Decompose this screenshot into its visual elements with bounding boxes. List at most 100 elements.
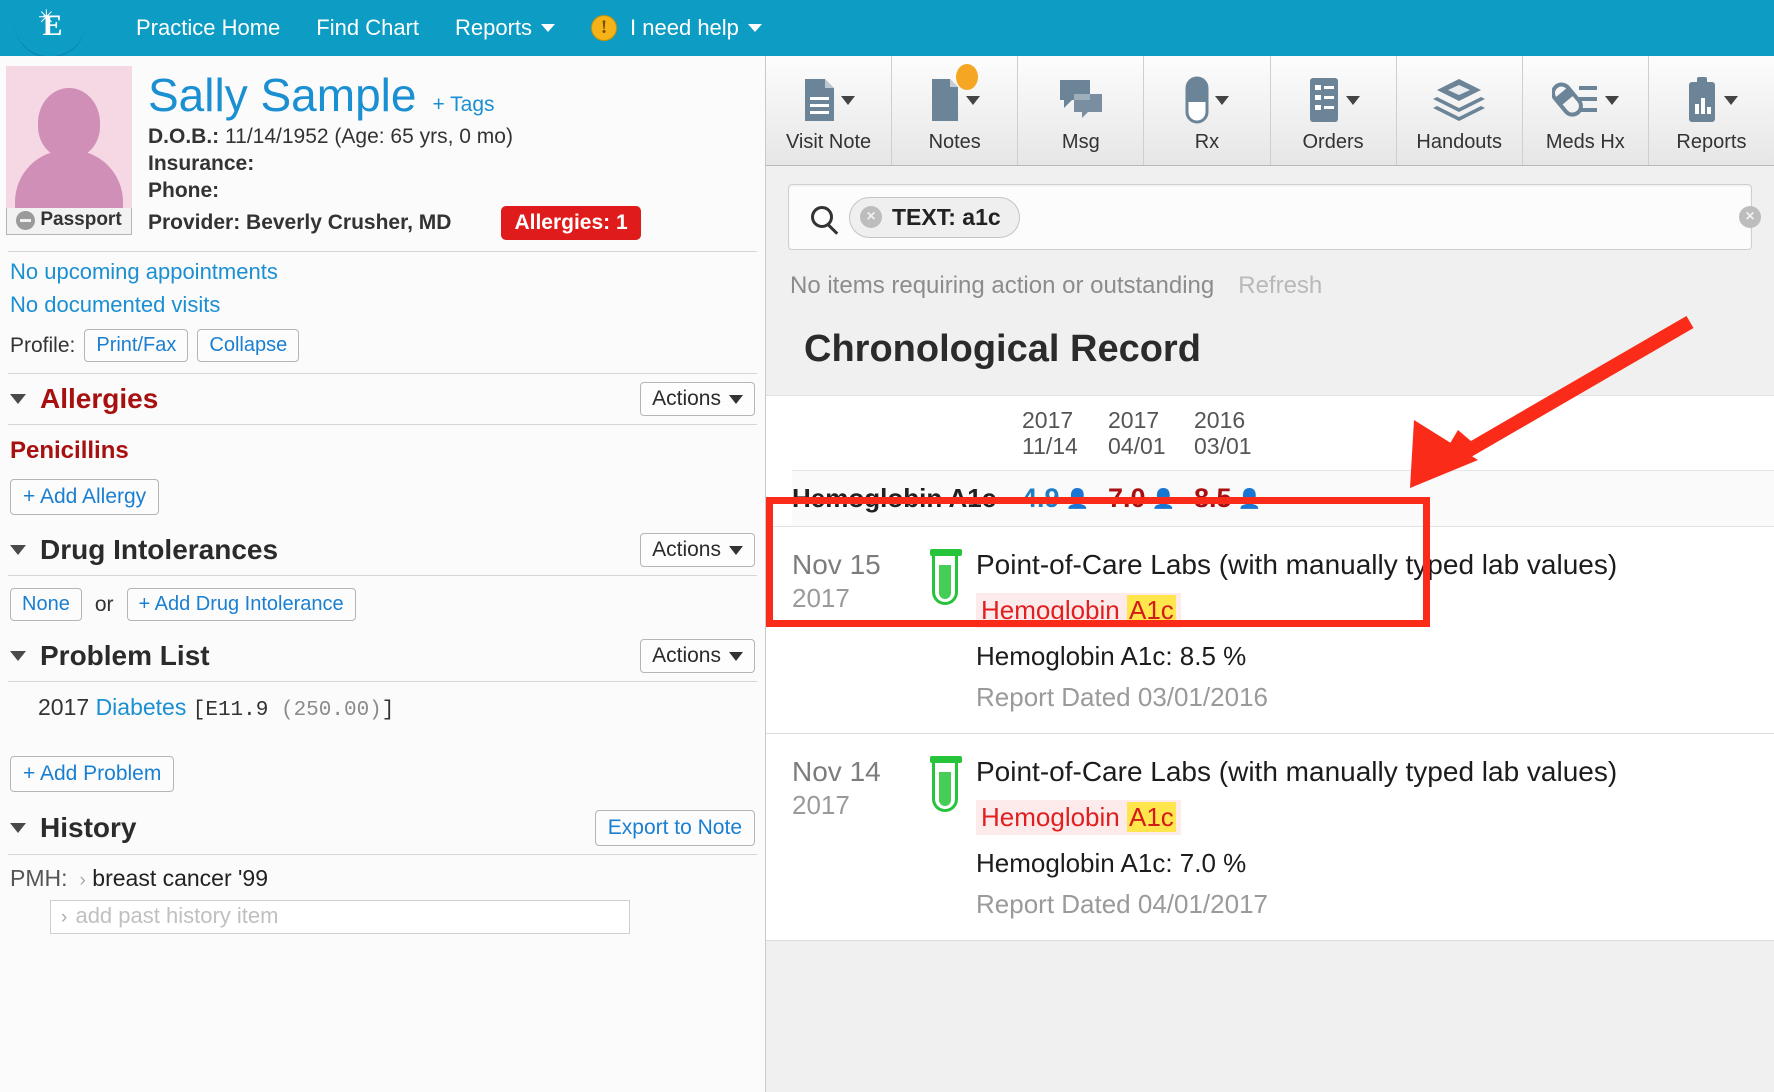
nav-label: Practice Home [136,15,281,40]
lab-value-cell[interactable]: 4.9 👤 [1022,483,1108,514]
toolbar-button-handouts[interactable]: Handouts [1397,56,1523,165]
chevron-down-icon [729,651,743,661]
chevron-down-icon [1215,95,1230,105]
section-title-allergies: Allergies [40,383,159,414]
patient-info: Sally Sample + Tags D.O.B.: 11/14/1952 (… [138,66,641,240]
documented-visits-link[interactable]: No documented visits [0,285,765,318]
collapse-triangle-icon[interactable] [10,823,26,833]
column-monthday: 11/14 [1022,432,1078,459]
patient-header: Passport Sally Sample + Tags D.O.B.: 11/… [0,56,765,240]
list-item[interactable]: Nov 15 2017 Point-of-Care Labs (with man… [766,527,1774,734]
app-logo[interactable]: ✳ E [0,0,100,58]
entry-date-year: 2017 [792,790,850,820]
profile-row: Profile: Print/Fax Collapse [0,318,765,373]
entry-title[interactable]: Point-of-Care Labs (with manually typed … [976,549,1774,581]
toolbar-button-meds-hx[interactable]: Meds Hx [1523,56,1649,165]
pmh-item-wrap[interactable]: › breast cancer '99 [80,865,269,892]
toolbar-button-orders[interactable]: Orders [1271,56,1397,165]
drug-intolerances-body: None or + Add Drug Intolerance [0,576,765,631]
search-filter-chip[interactable]: × TEXT: a1c [849,196,1020,238]
search-match-highlight: Hemoglobin A1c [976,593,1181,628]
list-item[interactable]: Nov 14 2017 Point-of-Care Labs (with man… [766,734,1774,941]
collapse-triangle-icon[interactable] [10,651,26,661]
actions-label: Actions [652,644,721,667]
collapse-triangle-icon[interactable] [10,545,26,555]
pills-list-icon [1551,82,1597,117]
toolbar-label: Notes [928,131,981,153]
upcoming-appointments-link[interactable]: No upcoming appointments [0,252,765,285]
problem-codes: [E11.9 (250.00)] [193,699,395,722]
entry-title[interactable]: Point-of-Care Labs (with manually typed … [976,756,1774,788]
avatar-column: Passport [6,66,138,240]
allergies-actions-button[interactable]: Actions [640,382,755,416]
entry-date-day: Nov 14 [792,756,881,787]
section-header-history: History Export to Note [0,802,765,854]
collapse-triangle-icon[interactable] [10,394,26,404]
entry-value-line: Hemoglobin A1c: 8.5 % [976,641,1247,671]
chart-clipboard-icon [1688,77,1715,122]
nav-label: Reports [455,15,533,40]
patient-dob-line: D.O.B.: 11/14/1952 (Age: 65 yrs, 0 mo) [148,125,641,149]
entry-body: Point-of-Care Labs (with manually typed … [976,756,1774,920]
drug-intolerance-none-button[interactable]: None [10,588,82,621]
toolbar-label: Visit Note [785,131,872,153]
passport-button[interactable]: Passport [6,205,132,235]
logo-letter: E [42,9,62,42]
allergies-badge[interactable]: Allergies: 1 [501,206,641,240]
problem-year: 2017 [38,694,90,720]
nav-items: Practice Home Find Chart Reports ! I nee… [118,9,780,47]
allergy-item[interactable]: Penicillins [10,437,755,465]
section-title-drug-intolerances: Drug Intolerances [40,534,279,565]
toolbar-button-rx[interactable]: Rx [1144,56,1271,165]
refresh-link[interactable]: Refresh [1238,272,1322,300]
add-allergy-button[interactable]: + Add Allergy [10,479,160,515]
toolbar-button-msg[interactable]: Msg [1018,56,1145,165]
search-match-highlight: Hemoglobin A1c [976,800,1181,835]
column-monthday: 03/01 [1194,432,1252,459]
glyph-row [1433,71,1486,129]
entry-report-date: Report Dated 04/01/2017 [976,889,1268,919]
notification-badge-icon [956,64,979,90]
add-tags-link[interactable]: + Tags [432,93,494,117]
section-header-allergies: Allergies Actions [0,374,765,424]
remove-chip-icon[interactable]: × [860,206,882,228]
nav-item-find-chart[interactable]: Find Chart [298,9,437,47]
entry-date-year: 2017 [792,583,850,613]
nav-label: I need help [630,15,739,40]
list-clipboard-icon [1309,78,1338,122]
toolbar-button-reports[interactable]: Reports [1649,56,1774,165]
lab-value-cell[interactable]: 8.5 👤 [1194,483,1280,514]
glyph-row [1058,71,1104,129]
person-icon: 👤 [1237,488,1262,510]
section-title-problem-list: Problem List [40,640,210,671]
problem-name[interactable]: Diabetes [96,694,187,720]
nav-item-practice-home[interactable]: Practice Home [118,9,298,47]
lab-value-cell[interactable]: 7.0 👤 [1108,483,1194,514]
section-title-group: Problem List [10,640,210,672]
collapse-button[interactable]: Collapse [197,329,300,362]
pmh-add-input[interactable]: › add past history item [50,900,630,934]
nav-item-i-need-help[interactable]: ! I need help [573,9,780,47]
patient-insurance-line: Insurance: [148,152,641,176]
toolbar-button-notes[interactable]: Notes [892,56,1019,165]
search-input[interactable]: × TEXT: a1c × [788,184,1761,250]
add-drug-intolerance-button[interactable]: + Add Drug Intolerance [126,588,356,621]
chevron-down-icon [1345,95,1360,105]
patient-name[interactable]: Sally Sample [148,68,416,122]
problem-list-actions-button[interactable]: Actions [640,639,755,673]
pmh-item[interactable]: breast cancer '99 [92,865,268,891]
toolbar-label: Orders [1302,131,1364,153]
export-to-note-button[interactable]: Export to Note [594,810,755,846]
chevron-right-icon: › [79,870,86,891]
toolbar-label: Reports [1676,131,1747,153]
column-year: 2016 [1194,407,1246,433]
application-root: ✳ E Practice Home Find Chart Reports ! I… [0,0,1774,1092]
toolbar-button-visit-note[interactable]: Visit Note [766,56,893,165]
clear-all-icon[interactable]: × [1739,206,1761,228]
avatar-body-shape [15,150,123,208]
add-problem-button[interactable]: + Add Problem [10,756,175,792]
print-fax-button[interactable]: Print/Fax [84,329,189,362]
chevron-down-icon [1604,95,1619,105]
nav-item-reports[interactable]: Reports [437,9,573,47]
drug-intolerances-actions-button[interactable]: Actions [640,533,755,567]
